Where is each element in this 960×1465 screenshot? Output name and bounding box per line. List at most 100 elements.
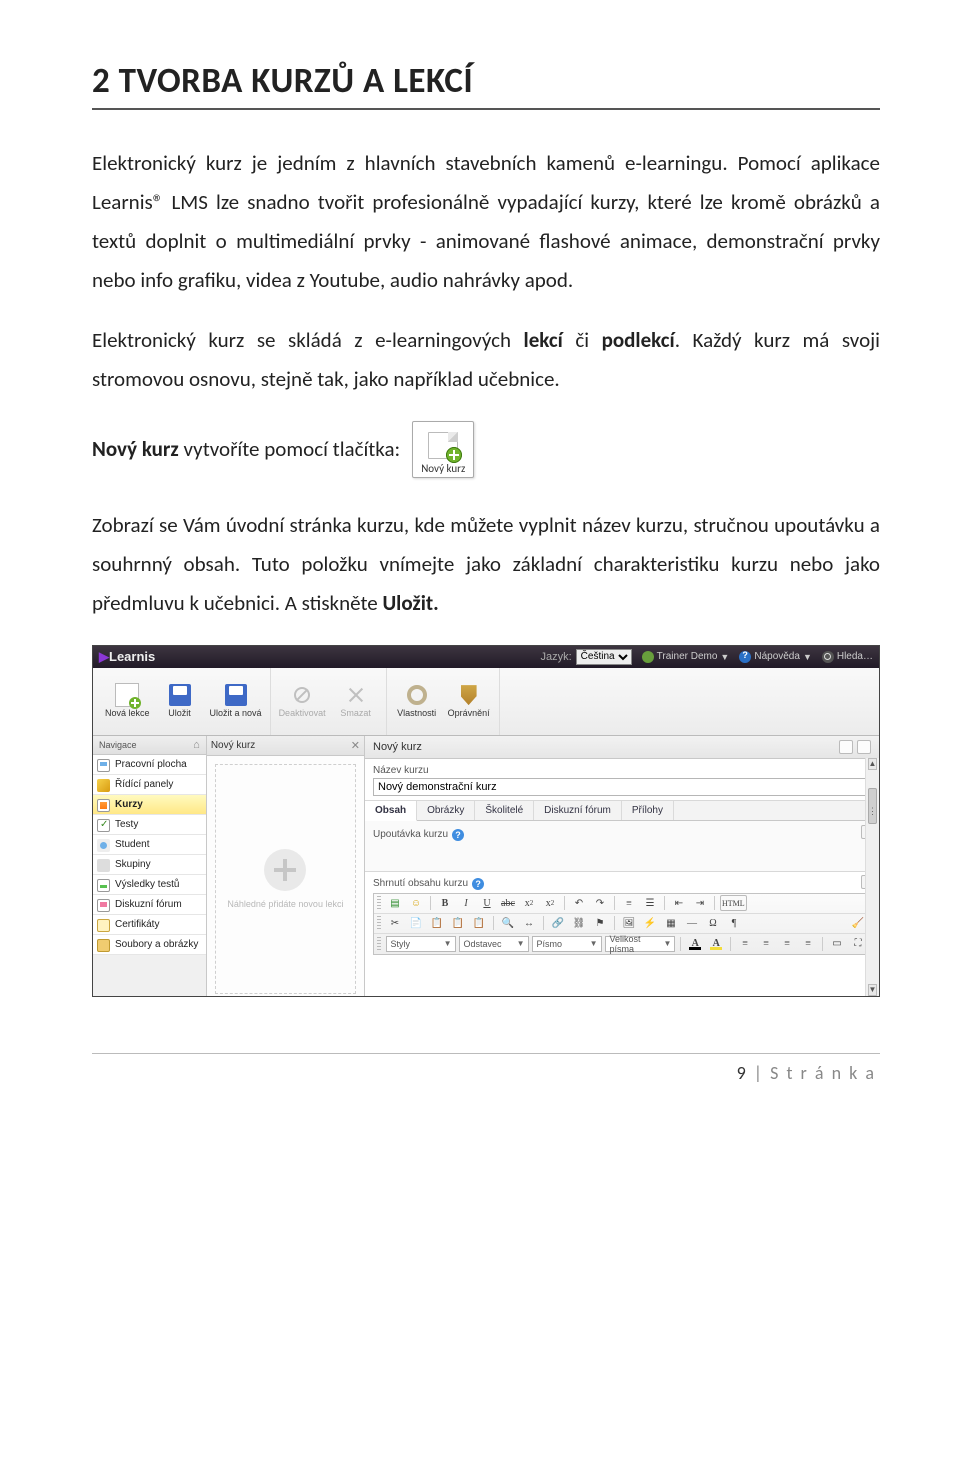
tab-content[interactable]: Obsah <box>365 801 417 821</box>
editor-sup-button[interactable]: x2 <box>541 895 559 911</box>
hint-icon[interactable]: ? <box>472 878 484 890</box>
tab-forum[interactable]: Diskuzní fórum <box>534 801 622 820</box>
editor-textcolor-button[interactable]: A <box>686 936 704 952</box>
hint-icon[interactable]: ? <box>452 829 464 841</box>
page-footer: 9 | S t r á n k a <box>92 1054 880 1084</box>
sidebar-item-files[interactable]: Soubory a obrázky <box>93 935 206 955</box>
properties-button[interactable]: Vlastnosti <box>395 683 439 719</box>
tab-images[interactable]: Obrázky <box>417 801 475 820</box>
sidebar-marker: ⋮ <box>867 806 878 817</box>
editor-preview-button[interactable]: ☺ <box>407 895 425 911</box>
learnis-app: ▶Learnis Jazyk: Čeština Trainer Demo▼ Ná… <box>92 645 880 997</box>
vertical-scrollbar[interactable]: ▲ ▼ <box>865 758 879 996</box>
language-picker[interactable]: Jazyk: Čeština <box>540 649 631 665</box>
language-select[interactable]: Čeština <box>576 649 632 665</box>
editor-italic-button[interactable]: I <box>457 895 475 911</box>
editor-bgcolor-button[interactable]: A <box>707 936 725 952</box>
editor-char-button[interactable]: Ω <box>704 915 722 931</box>
tab-trainers[interactable]: Školitelé <box>475 801 534 820</box>
certificates-icon <box>97 919 110 932</box>
courses-icon <box>97 799 110 812</box>
editor-source-button[interactable]: ▤ <box>386 895 404 911</box>
empty-lessons-dropzone[interactable]: Náhledné přidáte novou lekci <box>215 764 356 994</box>
tree-title: Nový kurz <box>211 740 255 751</box>
editor-ol-button[interactable]: ≡ <box>620 895 638 911</box>
save-icon <box>224 683 248 707</box>
editor-size-select[interactable]: Velikost písma <box>605 936 676 952</box>
editor-underline-button[interactable]: U <box>478 895 496 911</box>
editor-cut-button[interactable]: ✂ <box>386 915 404 931</box>
main-panel: Nový kurz Název kurzu Obsah Obrázky Škol… <box>365 736 879 996</box>
editor-ul-button[interactable]: ☰ <box>641 895 659 911</box>
content-tabs: Obsah Obrázky Školitelé Diskuzní fórum P… <box>365 801 879 821</box>
save-and-new-button[interactable]: Uložit a nová <box>210 683 262 719</box>
editor-align-center-button[interactable]: ≡ <box>757 936 775 952</box>
sidebar-item-dashboards[interactable]: Řídící panely <box>93 775 206 795</box>
sidebar-item-desktop[interactable]: Pracovní plocha <box>93 755 206 775</box>
editor-break-button[interactable]: ¶ <box>725 915 743 931</box>
sidebar-item-certificates[interactable]: Certifikáty <box>93 915 206 935</box>
editor-anchor-button[interactable]: ⚑ <box>591 915 609 931</box>
editor-strike-button[interactable]: abc <box>499 895 517 911</box>
sidebar-item-results[interactable]: Výsledky testů <box>93 875 206 895</box>
save-button[interactable]: Uložit <box>158 683 202 719</box>
editor-block-button[interactable]: ▭ <box>828 936 846 952</box>
home-icon[interactable]: ⌂ <box>193 739 200 751</box>
editor-find-button[interactable]: 🔍 <box>499 915 517 931</box>
editor-sub-button[interactable]: x2 <box>520 895 538 911</box>
panel-tool-2[interactable] <box>857 740 871 754</box>
trainer-menu[interactable]: Trainer Demo▼ <box>642 651 730 663</box>
editor-redo-button[interactable]: ↷ <box>591 895 609 911</box>
scroll-up-icon[interactable]: ▲ <box>868 758 877 770</box>
summary-label: Shrnutí obsahu kurzu ? <box>373 878 871 890</box>
panel-tool-1[interactable] <box>839 740 853 754</box>
editor-paragraph-select[interactable]: Odstavec <box>459 936 529 952</box>
editor-outdent-button[interactable]: ⇤ <box>670 895 688 911</box>
editor-hr-button[interactable]: — <box>683 915 701 931</box>
help-menu[interactable]: Nápověda▼ <box>739 651 812 663</box>
editor-replace-button[interactable]: ↔ <box>520 915 538 931</box>
editor-undo-button[interactable]: ↶ <box>570 895 588 911</box>
editor-html-button[interactable]: HTML <box>720 895 747 911</box>
editor-bold-button[interactable]: B <box>436 895 454 911</box>
tab-attachments[interactable]: Přílohy <box>622 801 674 820</box>
sidebar-item-forum[interactable]: Diskuzní fórum <box>93 895 206 915</box>
person-icon <box>642 651 654 663</box>
editor-paste-button[interactable]: 📋 <box>428 915 446 931</box>
course-name-input[interactable] <box>373 778 871 796</box>
app-logo: ▶Learnis <box>99 649 155 665</box>
editor-unlink-button[interactable]: ⛓ <box>570 915 588 931</box>
editor-paste-word-button[interactable]: 📋 <box>470 915 488 931</box>
editor-align-left-button[interactable]: ≡ <box>736 936 754 952</box>
intro-paragraph-2: Elektronický kurz se skládá z e-learning… <box>92 321 880 399</box>
groups-icon <box>97 859 110 872</box>
new-course-button[interactable]: Nový kurz <box>412 421 474 478</box>
sidebar-item-courses[interactable]: Kurzy <box>93 795 206 815</box>
delete-icon <box>344 683 368 707</box>
editor-font-select[interactable]: Písmo <box>532 936 602 952</box>
editor-image-button[interactable]: 🖼 <box>620 915 638 931</box>
new-lesson-icon <box>115 683 139 707</box>
editor-copy-button[interactable]: 📄 <box>407 915 425 931</box>
sidebar-item-groups[interactable]: Skupiny <box>93 855 206 875</box>
permissions-button[interactable]: Oprávnění <box>447 683 491 719</box>
editor-flash-button[interactable]: ⚡ <box>641 915 659 931</box>
scroll-down-icon[interactable]: ▼ <box>868 984 877 996</box>
search-menu[interactable]: Hleda… <box>822 651 873 663</box>
editor-align-right-button[interactable]: ≡ <box>778 936 796 952</box>
ribbon: Nová lekce Uložit Uložit a nová <box>93 668 879 736</box>
editor-paste-text-button[interactable]: 📋 <box>449 915 467 931</box>
course-tree: Nový kurz ✕ Náhledné přidáte novou lekci <box>207 736 365 996</box>
course-name-label: Název kurzu <box>373 765 871 776</box>
close-tree-icon[interactable]: ✕ <box>351 739 360 752</box>
new-lesson-button[interactable]: Nová lekce <box>105 683 150 719</box>
editor-align-justify-button[interactable]: ≡ <box>799 936 817 952</box>
teaser-label: Upoutávka kurzu ? <box>373 829 871 841</box>
editor-style-select[interactable]: Styly <box>386 936 456 952</box>
editor-link-button[interactable]: 🔗 <box>549 915 567 931</box>
sidebar-item-tests[interactable]: Testy <box>93 815 206 835</box>
editor-table-button[interactable]: ▦ <box>662 915 680 931</box>
editor-indent-button[interactable]: ⇥ <box>691 895 709 911</box>
sidebar-item-student[interactable]: Student <box>93 835 206 855</box>
new-course-button-label: Nový kurz <box>421 462 465 475</box>
